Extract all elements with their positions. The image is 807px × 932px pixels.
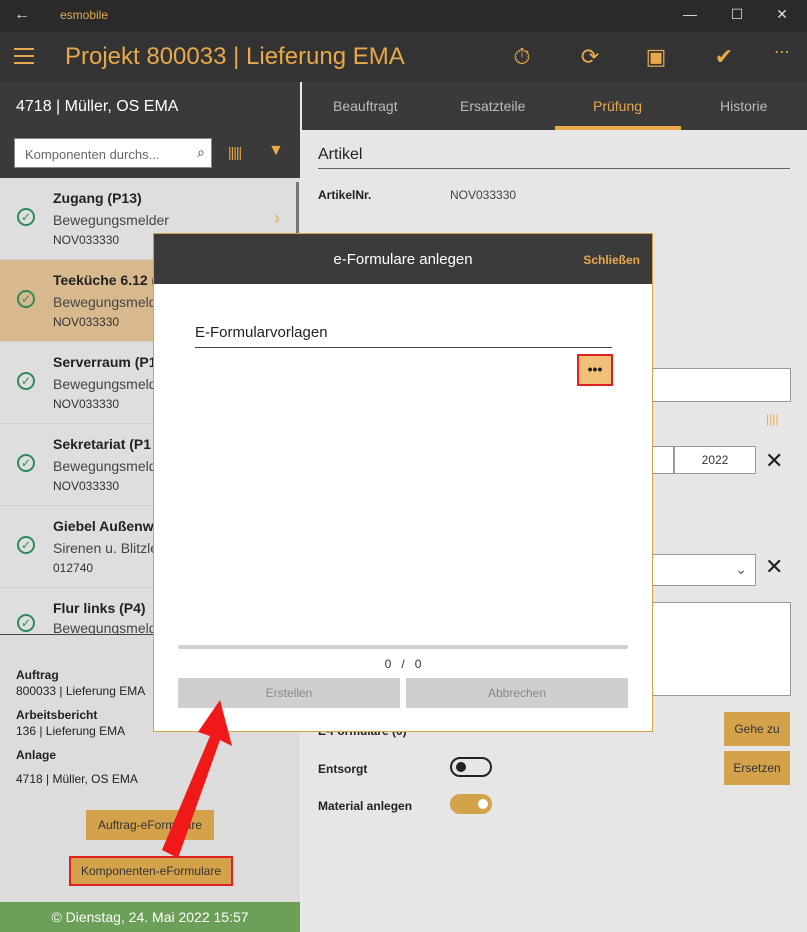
item-title: Flur links (P4): [53, 600, 146, 616]
barcode-icon[interactable]: |||||: [228, 144, 242, 160]
search-placeholder: Komponenten durchs...: [25, 147, 160, 162]
progress-bar: [178, 645, 628, 649]
check-circle-icon: ✓: [17, 614, 35, 632]
item-code: NOV033330: [53, 315, 120, 329]
ersetzen-button[interactable]: Ersetzen: [724, 751, 790, 785]
item-code: NOV033330: [53, 397, 120, 411]
item-code: NOV033330: [53, 479, 120, 493]
app-name: esmobile: [60, 8, 109, 22]
auftrag-value: 800033 | Lieferung EMA: [16, 684, 146, 698]
chevron-down-icon: ⌄: [735, 561, 747, 577]
clear-select-icon[interactable]: ✕: [765, 554, 783, 580]
status-footer: © Dienstag, 24. Mai 2022 15:57: [0, 902, 300, 932]
check-circle-icon: ✓: [17, 208, 35, 226]
item-code: NOV033330: [53, 233, 120, 247]
item-subtitle: Bewegungsmeld: [53, 376, 157, 392]
dialog-header: e-Formulare anlegen Schließen: [154, 234, 652, 284]
annotation-arrow-icon: [162, 700, 232, 858]
item-subtitle: Bewegungsmeld: [53, 620, 157, 634]
anlage-value: 4718 | Müller, OS EMA: [16, 772, 138, 786]
notes-textarea[interactable]: [652, 602, 791, 696]
hamburger-menu-icon[interactable]: [14, 48, 34, 64]
check-circle-icon: ✓: [17, 372, 35, 390]
chevron-right-icon: ›: [274, 208, 280, 228]
tab-pruefung[interactable]: Prüfung: [593, 98, 642, 114]
toggle-knob: [478, 799, 488, 809]
item-subtitle: Bewegungsmelder: [53, 212, 169, 228]
item-code: 012740: [53, 561, 94, 575]
anlage-label: Anlage: [16, 748, 57, 762]
clear-date-icon[interactable]: ✕: [765, 448, 783, 474]
component-search-input[interactable]: Komponenten durchs... ⌕: [14, 138, 212, 168]
tab-bar: Beauftragt Ersatzteile Prüfung Historie: [302, 82, 807, 130]
input-field[interactable]: [652, 368, 791, 402]
item-title: Giebel Außenw: [53, 518, 154, 534]
filter-icon[interactable]: ▼: [268, 142, 284, 160]
barcode-icon[interactable]: ||||: [766, 412, 778, 426]
refresh-icon[interactable]: ⟳: [576, 44, 604, 70]
anlage-title: 4718 | Müller, OS EMA: [16, 98, 179, 115]
timer-icon[interactable]: ⏱: [508, 44, 536, 70]
gehe-zu-button[interactable]: Gehe zu: [724, 712, 790, 746]
cancel-button[interactable]: Abbrechen: [406, 678, 628, 708]
tab-ersatzteile[interactable]: Ersatzteile: [460, 98, 525, 114]
eformulare-dialog: e-Formulare anlegen Schließen E-Formular…: [153, 233, 653, 732]
item-subtitle: Bewegungsmeld: [53, 294, 157, 310]
active-tab-indicator: [555, 126, 681, 130]
artikelnr-value: NOV033330: [450, 188, 517, 202]
close-window-button[interactable]: ✕: [772, 6, 792, 23]
check-circle-icon: ✓: [17, 536, 35, 554]
year-field[interactable]: 2022: [674, 446, 756, 474]
arbeitsbericht-label: Arbeitsbericht: [16, 708, 98, 722]
dropdown-select[interactable]: ⌄: [652, 554, 756, 586]
toggle-knob: [456, 762, 466, 772]
check-circle-icon: ✓: [17, 454, 35, 472]
section-title: Artikel: [318, 146, 363, 163]
item-subtitle: Sirenen u. Blitzle: [53, 540, 159, 556]
item-title: Sekretariat (P1: [53, 436, 152, 452]
count-separator: /: [401, 657, 405, 671]
confirm-check-icon[interactable]: ✔: [710, 44, 738, 70]
count-current: 0: [384, 657, 392, 671]
entsorgt-label: Entsorgt: [318, 762, 368, 776]
item-title: Teeküche 6.12 (: [53, 272, 157, 288]
item-title: Zugang (P13): [53, 190, 142, 206]
tab-beauftragt[interactable]: Beauftragt: [333, 98, 398, 114]
dialog-close-button[interactable]: Schließen: [583, 253, 640, 267]
more-options-icon[interactable]: ⋯: [768, 42, 796, 62]
item-subtitle: Bewegungsmeld: [53, 458, 157, 474]
dialog-title: e-Formulare anlegen: [333, 251, 473, 268]
eformularvorlagen-field[interactable]: E-Formularvorlagen: [195, 324, 612, 348]
count-total: 0: [414, 657, 422, 671]
minimize-button[interactable]: —: [680, 6, 700, 22]
item-title: Serverraum (P1: [53, 354, 157, 370]
app-header: Projekt 800033 | Lieferung EMA ⏱ ⟳ ▣ ✔ ⋯: [0, 32, 807, 82]
section-divider: [318, 168, 790, 169]
progress-count: 0 / 0: [154, 657, 652, 671]
date-part-field[interactable]: [652, 446, 674, 474]
save-icon[interactable]: ▣: [642, 44, 670, 70]
page-title: Projekt 800033 | Lieferung EMA: [65, 43, 405, 70]
material-anlegen-toggle[interactable]: [450, 794, 492, 814]
select-template-button[interactable]: •••: [577, 354, 613, 386]
artikelnr-label: ArtikelNr.: [318, 188, 372, 202]
back-arrow-icon[interactable]: ←: [14, 6, 30, 24]
material-anlegen-label: Material anlegen: [318, 799, 413, 813]
maximize-button[interactable]: ☐: [727, 6, 747, 23]
search-icon[interactable]: ⌕: [197, 144, 205, 161]
auftrag-label: Auftrag: [16, 668, 59, 682]
tab-historie[interactable]: Historie: [720, 98, 767, 114]
entsorgt-toggle[interactable]: [450, 757, 492, 777]
window-titlebar: ← esmobile — ☐ ✕: [0, 0, 807, 32]
arbeitsbericht-value: 136 | Lieferung EMA: [16, 724, 126, 738]
check-circle-icon: ✓: [17, 290, 35, 308]
